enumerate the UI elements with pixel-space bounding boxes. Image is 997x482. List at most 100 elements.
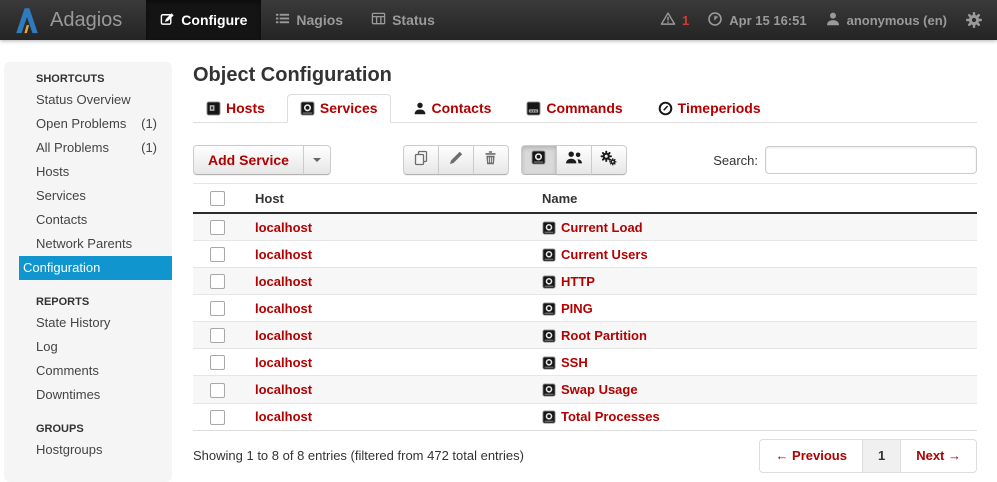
service-icon	[542, 221, 556, 235]
host-link[interactable]: localhost	[255, 301, 312, 316]
row-checkbox[interactable]	[210, 247, 225, 262]
copy-icon	[413, 150, 429, 171]
page-title: Object Configuration	[193, 64, 977, 87]
service-link[interactable]: PING	[542, 301, 593, 316]
sidebar-item[interactable]: Downtimes	[4, 383, 172, 407]
host-link[interactable]: localhost	[255, 355, 312, 370]
host-link[interactable]: localhost	[255, 328, 312, 343]
sidebar: SHORTCUTS Status Overview Open Problems …	[4, 62, 172, 482]
nav-item-configure[interactable]: Configure	[146, 0, 261, 40]
tab-contacts[interactable]: Contacts	[400, 94, 505, 122]
sidebar-item[interactable]: Contacts	[4, 208, 172, 232]
table-row: localhost PING	[193, 295, 977, 322]
row-checkbox[interactable]	[210, 274, 225, 289]
sidebar-item[interactable]: Services	[4, 184, 172, 208]
service-icon	[542, 248, 556, 262]
add-service-button[interactable]: Add Service	[193, 145, 304, 175]
sidebar-item[interactable]: Status Overview	[4, 88, 172, 112]
username-label: anonymous (en)	[847, 13, 947, 28]
sidebar-item[interactable]: Comments	[4, 359, 172, 383]
settings-gear-icon[interactable]	[965, 11, 983, 29]
nav-item-nagios[interactable]: Nagios	[261, 0, 357, 40]
row-checkbox[interactable]	[210, 328, 225, 343]
previous-page-button[interactable]: ← Previous	[759, 439, 863, 473]
tab-services[interactable]: Services	[287, 94, 391, 123]
copy-button[interactable]	[403, 145, 439, 175]
host-link[interactable]: localhost	[255, 382, 312, 397]
tab-hosts[interactable]: Hosts	[193, 94, 278, 122]
host-link[interactable]: localhost	[255, 409, 312, 424]
row-checkbox[interactable]	[210, 383, 225, 398]
top-navbar: Adagios Configure Nagios Status	[0, 0, 997, 40]
tab-commands[interactable]: Commands	[513, 94, 635, 122]
command-icon	[526, 101, 541, 116]
delete-button[interactable]	[473, 145, 509, 175]
sidebar-item[interactable]: Log	[4, 335, 172, 359]
service-link[interactable]: Current Users	[542, 247, 648, 262]
clock-display[interactable]: Apr 15 16:51	[707, 11, 806, 30]
select-all-checkbox[interactable]	[210, 191, 225, 206]
service-icon	[542, 410, 556, 424]
current-page-button[interactable]: 1	[862, 439, 901, 473]
count-badge: (1)	[141, 112, 157, 136]
host-link[interactable]: localhost	[255, 220, 312, 235]
adagios-logo-icon[interactable]	[12, 5, 42, 35]
service-link[interactable]: HTTP	[542, 274, 595, 289]
table-row: localhost Current Load	[193, 213, 977, 241]
search-input[interactable]	[765, 146, 977, 174]
sidebar-item[interactable]: Hosts	[4, 160, 172, 184]
service-link[interactable]: Current Load	[542, 220, 643, 235]
timeperiod-clock-icon	[658, 101, 673, 116]
service-icon	[542, 329, 556, 343]
brand-title[interactable]: Adagios	[50, 9, 122, 32]
column-header-name[interactable]: Name	[542, 184, 977, 214]
service-icon	[542, 275, 556, 289]
row-checkbox[interactable]	[210, 355, 225, 370]
edit-button[interactable]	[438, 145, 474, 175]
next-page-button[interactable]: Next →	[900, 439, 977, 473]
table-row: localhost SSH	[193, 349, 977, 376]
search-label: Search:	[713, 153, 758, 168]
clock-icon	[707, 11, 723, 30]
contacts-view-button[interactable]	[556, 145, 592, 175]
service-icon	[300, 101, 315, 116]
column-header-host[interactable]: Host	[255, 184, 542, 214]
nav-item-status[interactable]: Status	[357, 0, 449, 40]
table-header-row: Host Name	[193, 184, 977, 214]
table-row: localhost Swap Usage	[193, 376, 977, 403]
user-icon	[825, 11, 841, 30]
sidebar-section-shortcuts: SHORTCUTS Status Overview Open Problems …	[4, 69, 172, 280]
row-checkbox[interactable]	[210, 301, 225, 316]
count-badge: (1)	[141, 136, 157, 160]
user-menu[interactable]: anonymous (en)	[825, 11, 947, 30]
alerts-indicator[interactable]: 1	[660, 11, 689, 29]
service-link[interactable]: Swap Usage	[542, 382, 638, 397]
row-checkbox[interactable]	[210, 220, 225, 235]
host-link[interactable]: localhost	[255, 247, 312, 262]
gears-icon	[600, 150, 617, 171]
settings-view-button[interactable]	[591, 145, 627, 175]
tab-timeperiods[interactable]: Timeperiods	[645, 94, 774, 122]
sidebar-item[interactable]: State History	[4, 311, 172, 335]
add-service-dropdown-button[interactable]	[303, 145, 331, 175]
service-icon	[531, 150, 546, 170]
service-link[interactable]: Root Partition	[542, 328, 647, 343]
sidebar-item[interactable]: All Problems (1)	[4, 136, 172, 160]
service-icon	[542, 356, 556, 370]
sidebar-item[interactable]: Open Problems (1)	[4, 112, 172, 136]
table-row: localhost Root Partition	[193, 322, 977, 349]
service-link[interactable]: SSH	[542, 355, 588, 370]
host-link[interactable]: localhost	[255, 274, 312, 289]
contact-icon	[413, 101, 427, 116]
object-tabs: Hosts Services Contacts	[193, 94, 977, 123]
sidebar-item[interactable]: Network Parents	[4, 232, 172, 256]
services-view-button[interactable]	[521, 145, 557, 175]
edit-actions-group	[403, 145, 509, 175]
toolbar: Add Service	[193, 145, 977, 175]
sidebar-item[interactable]: Hostgroups	[4, 438, 172, 462]
service-link[interactable]: Total Processes	[542, 409, 660, 424]
service-icon	[542, 383, 556, 397]
table-icon	[371, 11, 386, 29]
row-checkbox[interactable]	[210, 410, 225, 425]
sidebar-item[interactable]: Configuration	[19, 256, 172, 280]
